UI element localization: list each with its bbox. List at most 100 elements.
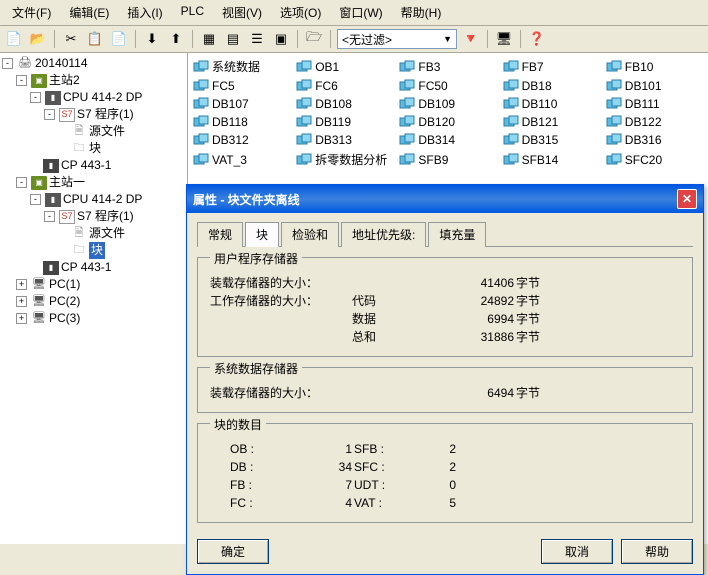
- menu-item[interactable]: 编辑(E): [61, 2, 117, 23]
- expand-icon[interactable]: -: [16, 177, 27, 188]
- block-item[interactable]: FC6: [295, 78, 394, 94]
- tree-item[interactable]: -▮CPU 414-2 DP: [2, 191, 185, 208]
- paste-icon[interactable]: 📄: [109, 29, 129, 49]
- block-item[interactable]: FB7: [502, 57, 601, 76]
- block-item[interactable]: FB10: [605, 57, 704, 76]
- expand-icon[interactable]: -: [44, 211, 55, 222]
- block-item[interactable]: SFB14: [502, 150, 601, 169]
- help-icon[interactable]: ❓: [527, 29, 547, 49]
- expand-icon[interactable]: +: [16, 296, 27, 307]
- tree-item[interactable]: +🖥PC(1): [2, 276, 185, 293]
- expand-icon[interactable]: -: [16, 75, 27, 86]
- block-icon: [296, 153, 312, 167]
- tree-item[interactable]: 🗀块: [2, 140, 185, 157]
- block-item[interactable]: 拆零数据分析: [295, 150, 394, 169]
- block-item[interactable]: DB109: [398, 96, 497, 112]
- block-icon: [606, 153, 622, 167]
- view3-icon[interactable]: ☰: [247, 29, 267, 49]
- tree-item[interactable]: -S7S7 程序(1): [2, 106, 185, 123]
- view2-icon[interactable]: ▤: [223, 29, 243, 49]
- menu-item[interactable]: 帮助(H): [393, 2, 450, 23]
- dialog-tab[interactable]: 块: [245, 222, 279, 247]
- cut-icon[interactable]: ✂: [61, 29, 81, 49]
- block-item[interactable]: DB121: [502, 114, 601, 130]
- station-icon: ▣: [31, 74, 47, 88]
- tree-item[interactable]: 🗀块: [2, 242, 185, 259]
- tree-item[interactable]: 🗎源文件: [2, 123, 185, 140]
- upload-icon[interactable]: ⬆: [166, 29, 186, 49]
- block-item[interactable]: DB315: [502, 132, 601, 148]
- block-item[interactable]: DB111: [605, 96, 704, 112]
- block-item[interactable]: DB101: [605, 78, 704, 94]
- expand-icon[interactable]: -: [30, 92, 41, 103]
- block-item[interactable]: DB108: [295, 96, 394, 112]
- expand-icon[interactable]: -: [2, 58, 13, 69]
- block-item[interactable]: FC5: [192, 78, 291, 94]
- expand-icon[interactable]: -: [30, 194, 41, 205]
- tree-item[interactable]: 🗎源文件: [2, 225, 185, 242]
- expand-icon[interactable]: -: [44, 109, 55, 120]
- copy-icon[interactable]: 📋: [85, 29, 105, 49]
- block-item[interactable]: DB110: [502, 96, 601, 112]
- view1-icon[interactable]: ▦: [199, 29, 219, 49]
- block-item[interactable]: VAT_3: [192, 150, 291, 169]
- menu-item[interactable]: 文件(F): [4, 2, 59, 23]
- menu-item[interactable]: 窗口(W): [331, 2, 390, 23]
- block-item[interactable]: DB312: [192, 132, 291, 148]
- block-item[interactable]: DB119: [295, 114, 394, 130]
- block-item[interactable]: FB3: [398, 57, 497, 76]
- tree-item[interactable]: +🖥PC(2): [2, 293, 185, 310]
- block-icon: [296, 115, 312, 129]
- block-item[interactable]: 系统数据: [192, 57, 291, 76]
- device-icon[interactable]: 🖥: [494, 29, 514, 49]
- filter-btn-icon[interactable]: 🔻: [461, 29, 481, 49]
- nav-icon[interactable]: 🗁: [304, 29, 324, 49]
- view4-icon[interactable]: ▣: [271, 29, 291, 49]
- help-button[interactable]: 帮助: [621, 539, 693, 564]
- tree-label: 主站2: [49, 72, 80, 89]
- dialog-tab[interactable]: 地址优先级:: [341, 222, 426, 247]
- block-item[interactable]: SFB9: [398, 150, 497, 169]
- tree-label: CP 443-1: [61, 259, 111, 276]
- tree-item[interactable]: -🖨20140114: [2, 55, 185, 72]
- cancel-button[interactable]: 取消: [541, 539, 613, 564]
- filter-select[interactable]: <无过滤> ▼: [337, 29, 457, 49]
- block-item[interactable]: OB1: [295, 57, 394, 76]
- block-item[interactable]: DB313: [295, 132, 394, 148]
- dialog-tab[interactable]: 常规: [197, 222, 243, 247]
- tree-item[interactable]: -S7S7 程序(1): [2, 208, 185, 225]
- dialog-tab[interactable]: 检验和: [281, 222, 339, 247]
- tree-item[interactable]: +🖥PC(3): [2, 310, 185, 327]
- tree-item[interactable]: ▮CP 443-1: [2, 259, 185, 276]
- block-item[interactable]: DB18: [502, 78, 601, 94]
- block-icon: [503, 153, 519, 167]
- block-item[interactable]: DB122: [605, 114, 704, 130]
- ok-button[interactable]: 确定: [197, 539, 269, 564]
- block-item[interactable]: DB120: [398, 114, 497, 130]
- block-item[interactable]: DB316: [605, 132, 704, 148]
- block-item[interactable]: DB314: [398, 132, 497, 148]
- menu-item[interactable]: 插入(I): [119, 2, 170, 23]
- tree-item[interactable]: -▮CPU 414-2 DP: [2, 89, 185, 106]
- dialog-titlebar[interactable]: 属性 - 块文件夹离线 ✕: [187, 185, 703, 213]
- menu-item[interactable]: PLC: [173, 2, 212, 23]
- download-icon[interactable]: ⬇: [142, 29, 162, 49]
- block-item[interactable]: SFC20: [605, 150, 704, 169]
- block-item[interactable]: FC50: [398, 78, 497, 94]
- tree-item[interactable]: -▣主站2: [2, 72, 185, 89]
- expand-icon[interactable]: +: [16, 313, 27, 324]
- expand-icon[interactable]: +: [16, 279, 27, 290]
- project-tree[interactable]: -🖨20140114-▣主站2-▮CPU 414-2 DP-S7S7 程序(1)…: [0, 53, 188, 544]
- tree-item[interactable]: -▣主站一: [2, 174, 185, 191]
- new-icon[interactable]: 📄: [4, 29, 24, 49]
- menu-item[interactable]: 选项(O): [272, 2, 329, 23]
- close-icon[interactable]: ✕: [677, 189, 697, 209]
- menu-item[interactable]: 视图(V): [214, 2, 270, 23]
- dialog-tab[interactable]: 填充量: [428, 222, 486, 247]
- tree-item[interactable]: ▮CP 443-1: [2, 157, 185, 174]
- open-icon[interactable]: 📂: [28, 29, 48, 49]
- block-item[interactable]: DB107: [192, 96, 291, 112]
- block-item[interactable]: DB118: [192, 114, 291, 130]
- block-icon: [399, 153, 415, 167]
- tree-label: S7 程序(1): [77, 208, 134, 225]
